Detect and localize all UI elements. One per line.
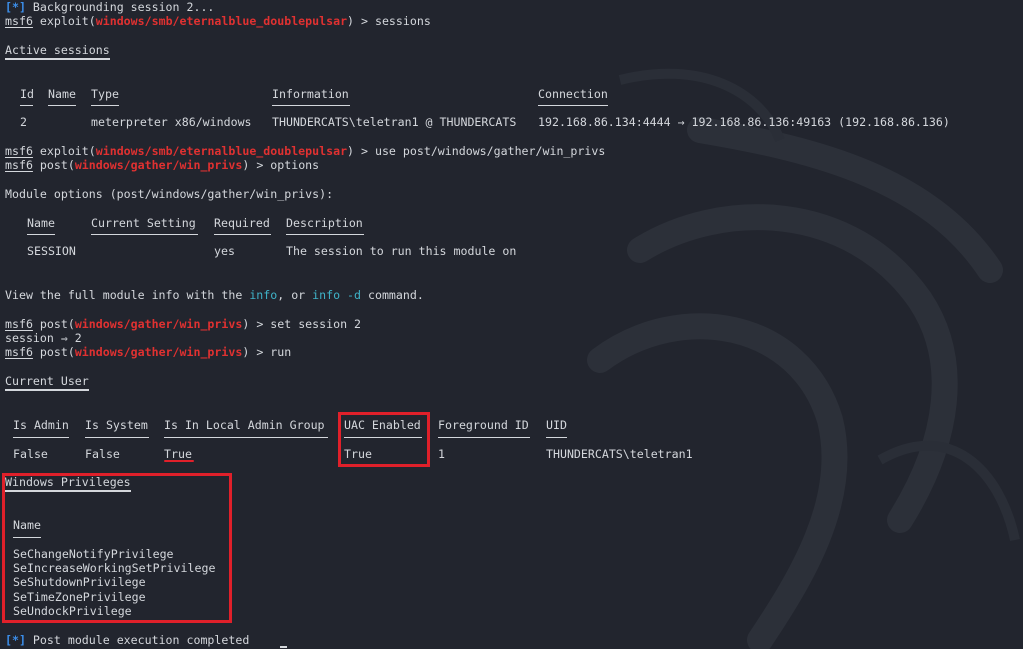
- underline: [13, 537, 41, 538]
- col-header-privilege-name: Name: [13, 518, 41, 532]
- prompt-context: post: [39, 158, 68, 172]
- col-header-connection: Connection: [538, 87, 608, 101]
- underline: [438, 437, 530, 438]
- section-title-active-sessions: Active sessions: [5, 43, 110, 60]
- underline: [20, 105, 33, 106]
- section-title-text: Current User: [5, 375, 89, 391]
- msf-prompt: msf6: [5, 317, 33, 331]
- hint-text: View the full module info with the: [5, 288, 250, 302]
- info-marker: [*]: [5, 633, 26, 647]
- underline: [286, 234, 364, 235]
- hint-text: command.: [361, 288, 424, 302]
- privilege-item: SeShutdownPrivilege: [13, 575, 146, 589]
- session-echo: session ⇒ 2: [5, 331, 82, 345]
- underline: [27, 234, 55, 235]
- col-header-required: Required: [214, 216, 270, 230]
- info-d-command: info -d: [312, 288, 362, 302]
- col-header-description: Description: [286, 216, 363, 230]
- command-text: > set session 2: [256, 317, 362, 331]
- underline: [48, 105, 76, 106]
- local-admin-red-underline: [164, 460, 194, 462]
- prompt-line: msf6 exploit(windows/smb/eternalblue_dou…: [5, 144, 606, 158]
- col-header-is-system: Is System: [85, 418, 148, 432]
- privilege-item: SeChangeNotifyPrivilege: [13, 547, 174, 561]
- col-header-current-setting: Current Setting: [91, 216, 196, 230]
- privilege-item: SeIncreaseWorkingSetPrivilege: [13, 561, 216, 575]
- module-path: windows/gather/win_privs: [74, 345, 243, 359]
- underline: [13, 437, 69, 438]
- col-header-is-admin: Is Admin: [13, 418, 69, 432]
- prompt-context: exploit: [39, 144, 89, 158]
- session-connection: 192.168.86.134:4444 → 192.168.86.136:491…: [538, 115, 950, 129]
- prompt-context: exploit: [39, 14, 89, 28]
- status-line-backgrounding: [*] Backgrounding session 2...: [5, 0, 214, 15]
- privilege-item: SeTimeZonePrivilege: [13, 590, 146, 604]
- command-text: > run: [256, 345, 292, 359]
- terminal-output[interactable]: [*] Backgrounding session 2... msf6 expl…: [0, 0, 1023, 649]
- col-header-id: Id: [20, 87, 34, 101]
- section-title-windows-privileges: Windows Privileges: [5, 475, 131, 492]
- prompt-line: msf6 exploit(windows/smb/eternalblue_dou…: [5, 14, 431, 28]
- info-command: info: [249, 288, 278, 302]
- hint-text: , or: [277, 288, 313, 302]
- value-is-system: False: [85, 447, 120, 461]
- status-line-completed: [*] Post module execution completed: [5, 633, 249, 648]
- value-uid: THUNDERCATS\teletran1: [546, 447, 693, 461]
- col-header-uid: UID: [546, 418, 567, 432]
- underline: [85, 437, 149, 438]
- info-hint-line: View the full module info with the info,…: [5, 288, 424, 303]
- session-type: meterpreter x86/windows: [91, 115, 252, 129]
- session-information: THUNDERCATS\teletran1 @ THUNDERCATS: [272, 115, 517, 129]
- section-title-current-user: Current User: [5, 374, 89, 391]
- option-description: The session to run this module on: [286, 244, 517, 258]
- prompt-line: msf6 post(windows/gather/win_privs) > ru…: [5, 345, 292, 359]
- col-header-type: Type: [91, 87, 119, 101]
- option-name: SESSION: [27, 244, 76, 258]
- underline: [272, 105, 350, 106]
- underline: [538, 105, 608, 106]
- prompt-context: post: [39, 345, 68, 359]
- underline: [164, 437, 328, 438]
- session-id: 2: [20, 115, 27, 129]
- command-text: > options: [256, 158, 320, 172]
- col-header-information: Information: [272, 87, 349, 101]
- col-header-name: Name: [48, 87, 76, 101]
- underline: [91, 105, 119, 106]
- msf-prompt: msf6: [5, 158, 33, 172]
- msf-prompt: msf6: [5, 345, 33, 359]
- underline: [214, 234, 271, 235]
- section-title-text: Windows Privileges: [5, 476, 131, 492]
- info-marker: [*]: [5, 0, 26, 14]
- status-text: Backgrounding session 2...: [25, 0, 215, 14]
- section-title-text: Active sessions: [5, 44, 110, 60]
- privilege-item: SeUndockPrivilege: [13, 604, 132, 618]
- module-path: windows/smb/eternalblue_doublepulsar: [95, 144, 348, 158]
- underline: [91, 234, 198, 235]
- command-text: > use post/windows/gather/win_privs: [361, 144, 606, 158]
- option-required: yes: [214, 244, 235, 258]
- value-foreground-id: 1: [438, 447, 445, 461]
- module-path: windows/gather/win_privs: [74, 158, 243, 172]
- value-is-admin: False: [13, 447, 48, 461]
- terminal-cursor[interactable]: [280, 646, 287, 648]
- prompt-context: post: [39, 317, 68, 331]
- underline: [546, 437, 567, 438]
- col-header-foreground-id: Foreground ID: [438, 418, 529, 432]
- command-text: > sessions: [361, 14, 431, 28]
- prompt-line: msf6 post(windows/gather/win_privs) > se…: [5, 317, 362, 331]
- module-path: windows/gather/win_privs: [74, 317, 243, 331]
- msf-prompt: msf6: [5, 14, 33, 28]
- status-text: Post module execution completed: [25, 633, 250, 647]
- col-header-name: Name: [27, 216, 55, 230]
- prompt-line: msf6 post(windows/gather/win_privs) > op…: [5, 158, 320, 172]
- module-options-title: Module options (post/windows/gather/win_…: [5, 187, 334, 201]
- module-path: windows/smb/eternalblue_doublepulsar: [95, 14, 348, 28]
- uac-highlight-box: [338, 412, 430, 467]
- col-header-local-admin-group: Is In Local Admin Group: [164, 418, 325, 432]
- msf-prompt: msf6: [5, 144, 33, 158]
